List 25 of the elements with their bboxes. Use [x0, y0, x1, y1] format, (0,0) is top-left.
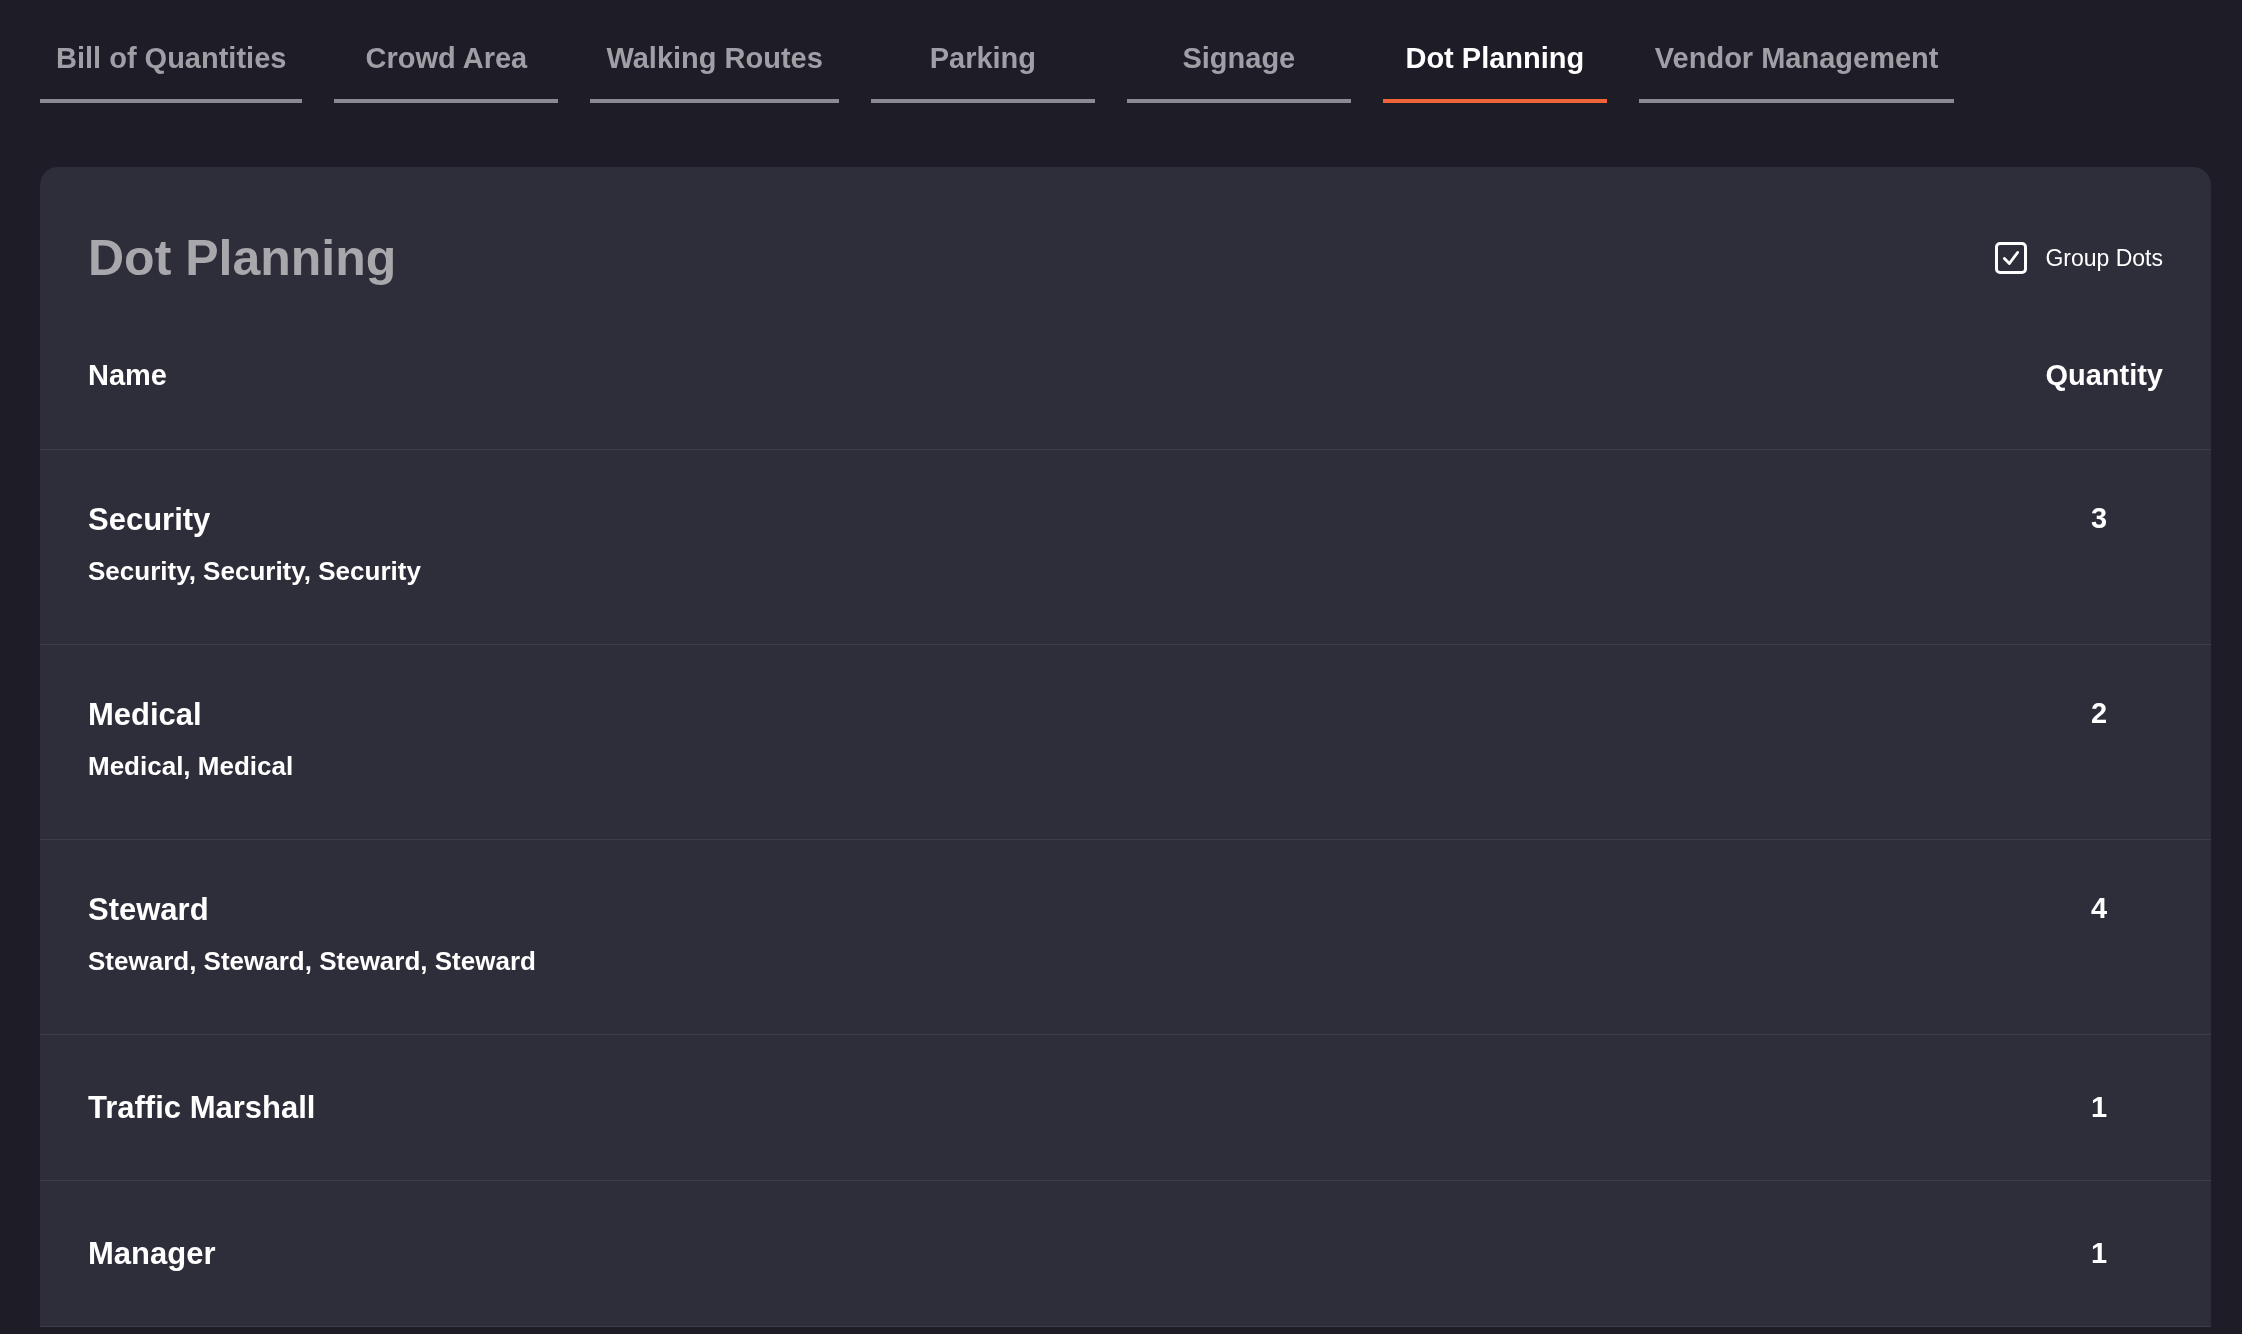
row-details: Security, Security, Security	[88, 556, 421, 587]
tab[interactable]: Walking Routes	[590, 42, 839, 103]
tab[interactable]: Parking	[870, 42, 1095, 103]
row-name: Security	[88, 502, 212, 538]
panel-title: Dot Planning	[88, 229, 397, 287]
row-details: Medical, Medical	[88, 751, 294, 782]
tab[interactable]: Signage	[1126, 42, 1351, 103]
row-details: Steward, Steward, Steward, Steward	[88, 946, 536, 977]
tab[interactable]: Crowd Area	[334, 42, 559, 103]
row-name: Traffic Marshall	[88, 1089, 316, 1126]
quantity-value: 2	[2089, 697, 2109, 730]
quantity-value: 1	[2089, 1091, 2109, 1124]
quantity-value: 4	[2089, 892, 2109, 925]
quantity-value: 3	[2089, 502, 2109, 535]
row-name: Manager	[88, 1235, 216, 1272]
quantity-value: 1	[2089, 1237, 2109, 1270]
tab[interactable]: Bill of Quantities	[40, 42, 303, 103]
row-name: Steward	[88, 892, 210, 928]
checkbox-label: Group Dots	[2045, 244, 2163, 272]
column-header: Name	[88, 358, 167, 392]
row-name: Medical	[88, 697, 203, 733]
tab[interactable]: Dot Planning	[1382, 42, 1607, 103]
tab[interactable]: Vendor Management	[1638, 42, 1955, 103]
column-header: Quantity	[2045, 358, 2163, 392]
checkbox[interactable]	[1995, 242, 2028, 274]
